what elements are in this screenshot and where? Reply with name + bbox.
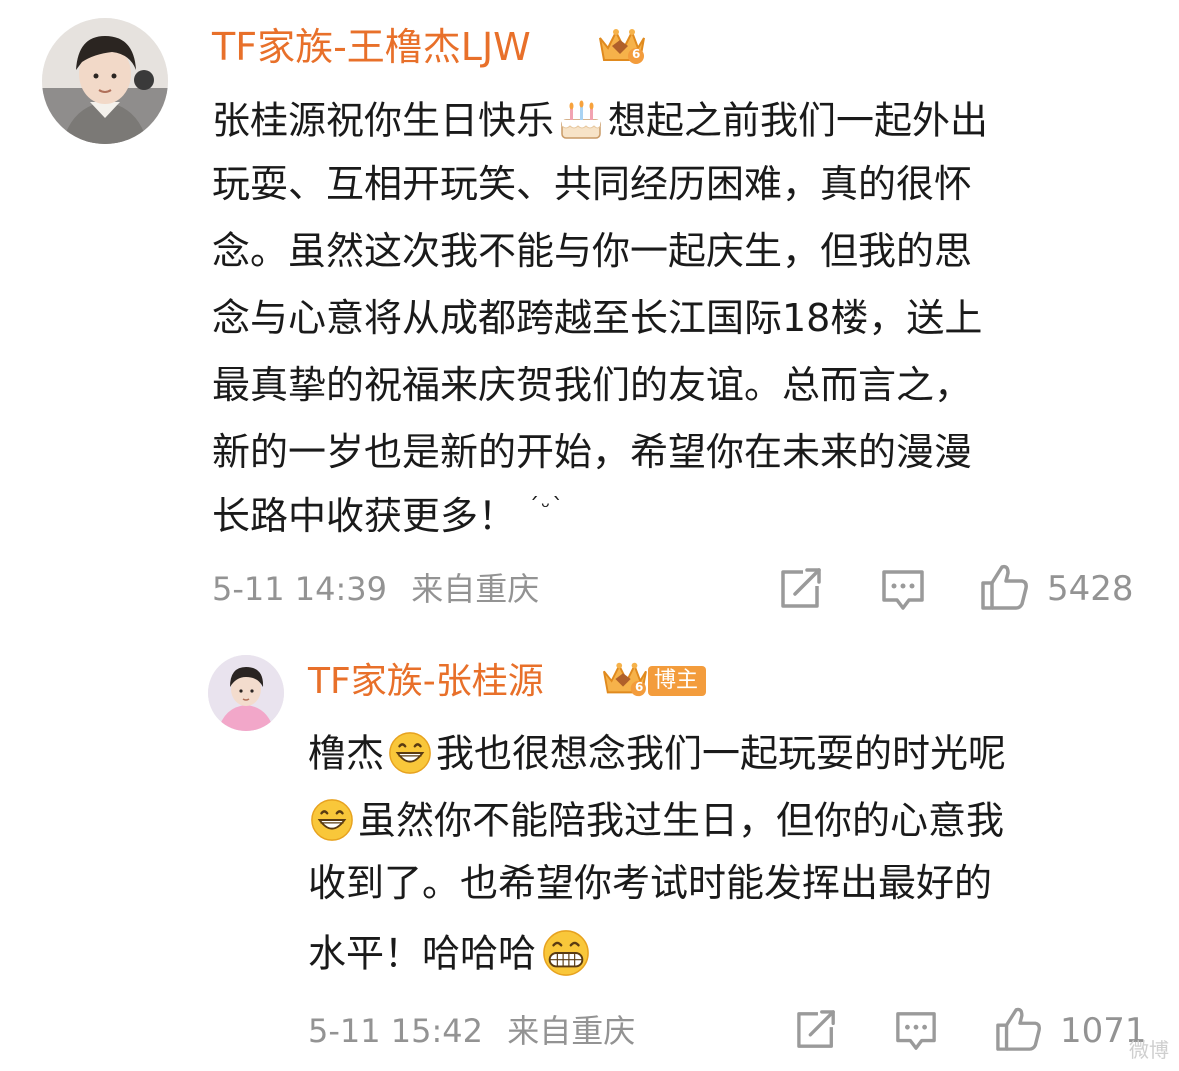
thumbs-up-icon[interactable] [980, 563, 1030, 615]
comment-icon[interactable] [895, 1010, 937, 1056]
share-icon[interactable] [779, 568, 825, 614]
grinning-face-emoji [386, 730, 434, 782]
weibo-comment-page: TF家族-王橹杰LJW 6 张桂源祝你生日快乐 想起之前我们一起外出 玩耍、互相… [0, 0, 1179, 1071]
badge-level: 6 [635, 680, 644, 694]
like-count: 5428 [1047, 569, 1134, 609]
share-icon[interactable] [795, 1010, 839, 1054]
badge-level: 6 [632, 47, 641, 61]
comment-text-line: 最真挚的祝福来庆贺我们的友谊。总而言之， [212, 363, 973, 407]
comment-location: 来自重庆 [411, 570, 540, 608]
commenter-avatar[interactable] [42, 18, 168, 144]
comment-text-line: 张桂源祝你生日快乐 想起之前我们一起外出 [212, 98, 988, 148]
reply-text-line: 虽然你不能陪我过生日，但你的心意我 [308, 797, 1004, 849]
reply-location: 来自重庆 [507, 1012, 636, 1050]
birthday-cake-emoji [556, 98, 606, 148]
crown-badge-icon: 6 [594, 24, 648, 72]
commenter-username[interactable]: TF家族-王橹杰LJW [212, 28, 531, 66]
reply-text-line: 橹杰 我也很想念我们一起玩耍的时光呢 [308, 730, 1006, 782]
reply-text-line: 水平！哈哈哈 [308, 928, 596, 984]
host-tag: 博主 [648, 666, 707, 696]
grinning-face-emoji [308, 797, 356, 849]
reply-text-line: 收到了。也希望你考试时能发挥出最好的 [308, 861, 993, 905]
reply-timestamp: 5-11 15:42 来自重庆 [308, 1012, 636, 1050]
crown-badge-icon: 6 [598, 658, 650, 704]
comment-text-line: 长路中收获更多！ ˊᵕˋ [212, 494, 566, 538]
comment-icon[interactable] [881, 568, 925, 616]
thumbs-up-icon[interactable] [995, 1006, 1043, 1056]
comment-text-line: 念。虽然这次我不能与你一起庆生，但我的思 [212, 229, 973, 273]
grimacing-face-emoji [538, 928, 594, 984]
comment-text-line: 念与心意将从成都跨越至长江国际18楼，送上 [212, 296, 983, 340]
comment-text-line: 新的一岁也是新的开始，希望你在未来的漫漫 [212, 430, 973, 474]
replier-avatar[interactable] [208, 655, 284, 731]
comment-timestamp: 5-11 14:39 来自重庆 [212, 570, 540, 608]
replier-username[interactable]: TF家族-张桂源 [308, 664, 544, 700]
watermark: 微博 [1129, 1038, 1169, 1062]
comment-text-line: 玩耍、互相开玩笑、共同经历困难，真的很怀 [212, 162, 973, 206]
kaomoji: ˊᵕˋ [528, 495, 566, 520]
